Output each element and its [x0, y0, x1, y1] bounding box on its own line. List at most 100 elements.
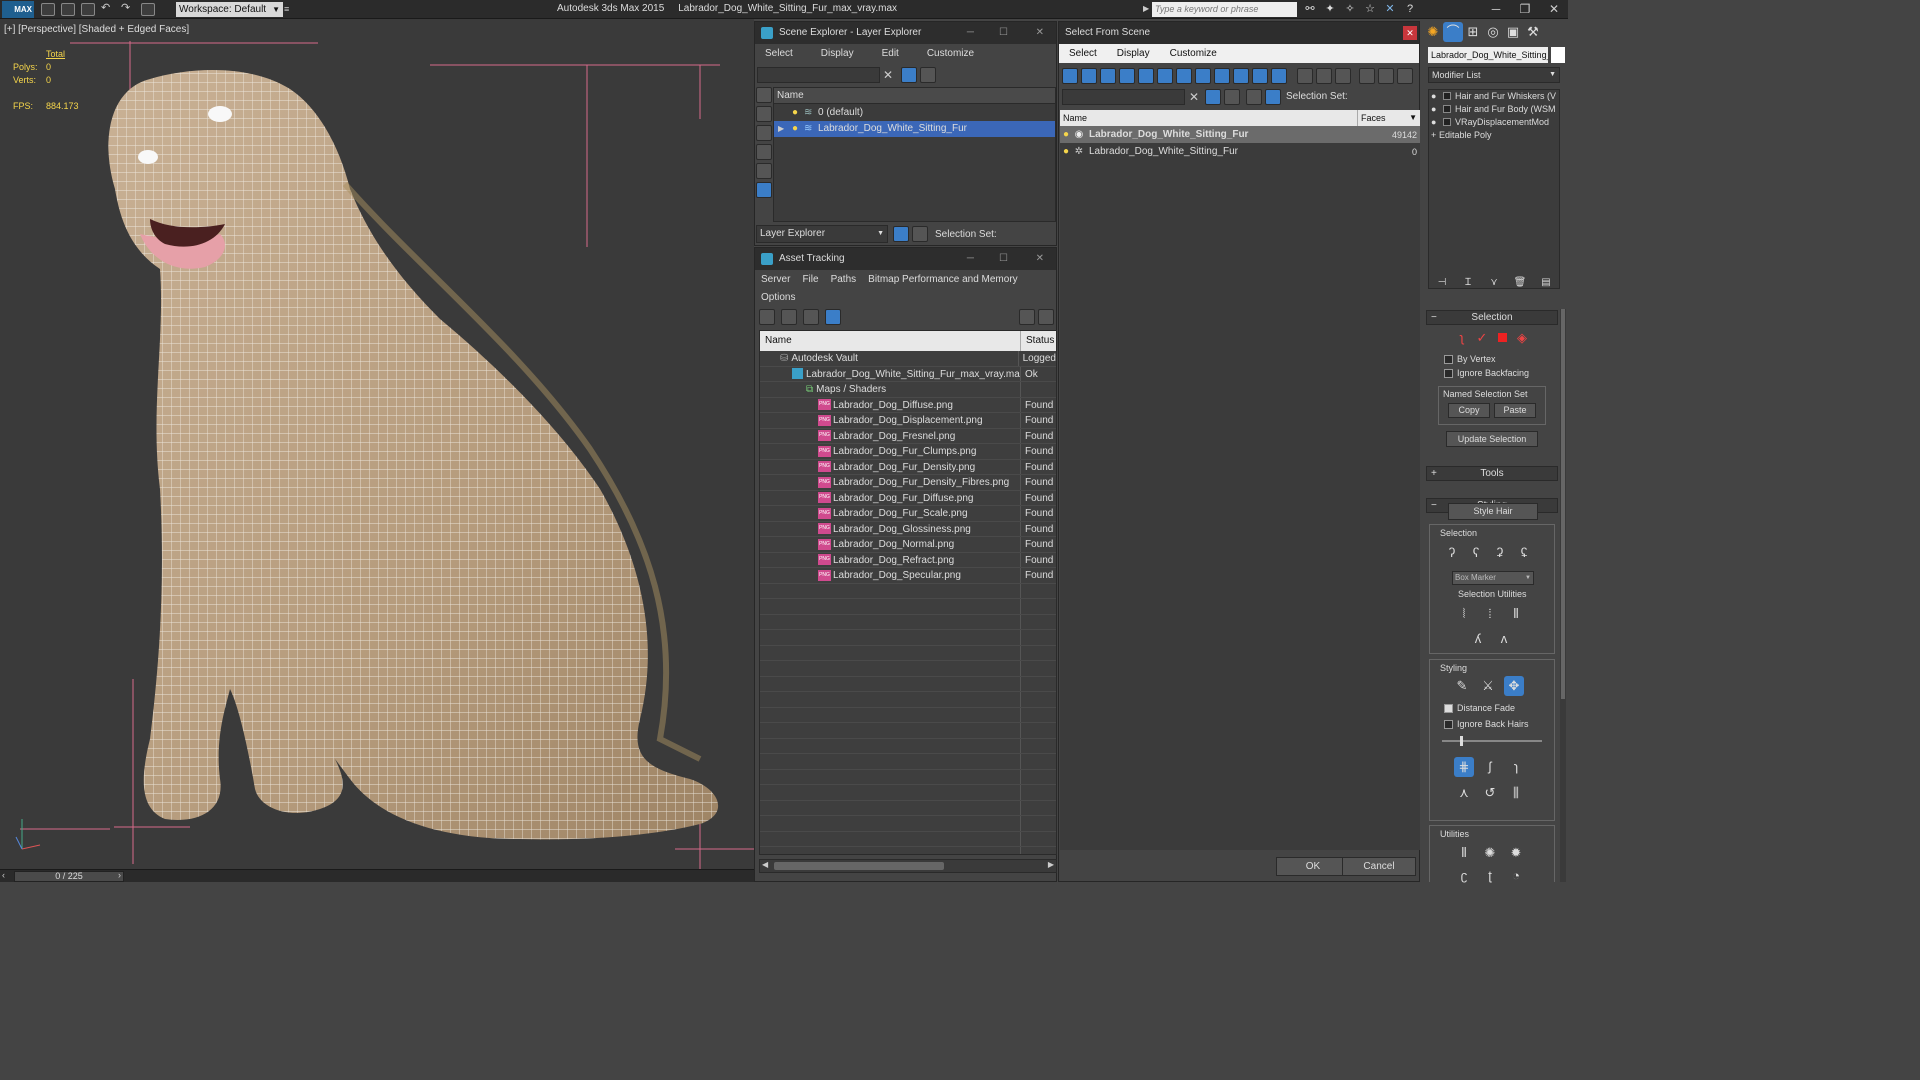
undo-icon[interactable]: ↶ — [101, 3, 115, 16]
lightbulb-icon[interactable]: ● — [1431, 116, 1436, 129]
close-icon[interactable]: ✕ — [1036, 248, 1044, 270]
column-name-header[interactable]: Name — [1060, 110, 1358, 126]
search-input[interactable]: Type a keyword or phrase — [1152, 2, 1297, 17]
create-tab-icon[interactable]: ✺ — [1423, 22, 1443, 42]
modifier-toggle-icon[interactable] — [1443, 105, 1451, 113]
workspace-dropdown[interactable]: Workspace: Default ▼ — [176, 2, 283, 17]
minimize-icon[interactable]: ─ — [967, 22, 974, 44]
search-arrow-icon[interactable]: ▶ — [1143, 4, 1149, 13]
project-folder-icon[interactable] — [141, 3, 155, 16]
scene-search-input[interactable] — [757, 67, 880, 83]
next-frame-icon[interactable]: › — [118, 870, 121, 880]
ignore-backfacing-checkbox[interactable]: Ignore Backfacing — [1444, 368, 1558, 379]
expand-arrow-icon[interactable]: ▶ — [778, 121, 784, 137]
select-hair-guide-icon[interactable]: ʅ — [1454, 330, 1470, 346]
menu-file[interactable]: File — [796, 274, 824, 285]
object-row-selected[interactable]: ● ◉ Labrador_Dog_White_Sitting_Fur 49142 — [1060, 126, 1420, 143]
explorer-mode-dropdown[interactable]: Layer Explorer ▼ — [756, 225, 888, 243]
pin-stack-icon[interactable]: ⊣ — [1429, 273, 1455, 293]
new-file-icon[interactable] — [41, 3, 55, 16]
binoculars-icon[interactable]: ⚯ — [1300, 2, 1320, 17]
expand-plus-icon[interactable]: + — [1431, 129, 1436, 142]
filter-shapes-icon[interactable] — [1081, 68, 1097, 84]
lightbulb-icon[interactable]: ● — [1431, 90, 1436, 103]
clump-icon[interactable]: ⋏ — [1454, 783, 1474, 803]
select-whole-guide-icon[interactable]: ʕ — [1466, 543, 1486, 563]
minimize-icon[interactable]: ─ — [967, 248, 974, 270]
filter-helpers-icon[interactable] — [1138, 68, 1154, 84]
asset-row-map[interactable]: PNG Labrador_Dog_Refract.png Found — [760, 552, 1056, 568]
object-color-swatch[interactable] — [1551, 47, 1565, 63]
asset-row-map[interactable]: PNG Labrador_Dog_Fur_Clumps.png Found — [760, 444, 1056, 460]
modifier-toggle-icon[interactable] — [1443, 92, 1451, 100]
lightbulb-icon[interactable]: ● — [1060, 146, 1072, 157]
show-hidden-icon[interactable]: ʌ — [1494, 629, 1514, 649]
make-unique-icon[interactable]: ⋎ — [1481, 273, 1507, 293]
filter-icon[interactable] — [1359, 68, 1375, 84]
asset-row-map[interactable]: PNG Labrador_Dog_Fresnel.png Found — [760, 428, 1056, 444]
menu-edit[interactable]: Edit — [864, 48, 909, 59]
modifier-stack-item[interactable]: ● VRayDisplacementMod — [1429, 116, 1559, 129]
ok-button[interactable]: OK — [1276, 857, 1350, 876]
hair-brush-icon[interactable]: ✎ — [1452, 676, 1472, 696]
select-element-icon[interactable]: ◈ — [1514, 330, 1530, 346]
select-none-icon[interactable] — [1316, 68, 1332, 84]
minimize-icon[interactable]: ─ — [1483, 1, 1509, 18]
list-view-icon[interactable] — [781, 309, 797, 325]
close-icon[interactable]: ✕ — [1403, 26, 1417, 40]
asset-row-map[interactable]: PNG Labrador_Dog_Fur_Scale.png Found — [760, 506, 1056, 522]
help-icon[interactable]: ? — [1400, 2, 1420, 17]
menu-select[interactable]: Select — [1059, 48, 1107, 59]
clear-search-icon[interactable]: ✕ — [1189, 90, 1199, 104]
find-case-icon[interactable] — [1224, 89, 1241, 105]
filter-frozen-icon[interactable] — [1252, 68, 1268, 84]
asset-tracking-titlebar[interactable]: Asset Tracking ─ ☐ ✕ — [755, 248, 1056, 270]
scrollbar-thumb[interactable] — [1561, 309, 1565, 699]
tools-rollout-header[interactable]: + Tools — [1426, 466, 1558, 481]
settings-icon[interactable] — [1038, 309, 1054, 325]
dog-model-wireframe[interactable] — [0, 19, 754, 869]
menu-bitmap-performance[interactable]: Bitmap Performance and Memory — [862, 274, 1024, 285]
select-guide-vertices-icon[interactable]: ʡ — [1490, 543, 1510, 563]
time-slider[interactable]: 0 / 225 — [14, 871, 124, 882]
hair-cut-icon[interactable]: ⚔ — [1478, 676, 1498, 696]
brush-size-slider[interactable] — [1442, 736, 1542, 746]
translate-icon[interactable]: ⋕ — [1454, 757, 1474, 777]
pop-zero-sized-icon[interactable]: ✹ — [1506, 843, 1526, 863]
asset-row-map[interactable]: PNG Labrador_Dog_Diffuse.png Found — [760, 397, 1056, 413]
filter-cameras-icon[interactable] — [1119, 68, 1135, 84]
asset-row-map[interactable]: PNG Labrador_Dog_Fur_Density.png Found — [760, 459, 1056, 475]
close-icon[interactable]: ✕ — [1036, 22, 1044, 44]
layer-explorer-icon[interactable] — [1246, 89, 1263, 105]
box-marker-dropdown[interactable]: Box Marker ▼ — [1452, 571, 1534, 585]
favorites-star-icon[interactable]: ☆ — [1360, 2, 1380, 17]
filter-geometry-icon[interactable] — [1062, 68, 1078, 84]
pop-selected-icon[interactable]: ✺ — [1480, 843, 1500, 863]
style-hair-button[interactable]: Style Hair — [1448, 503, 1538, 520]
distance-fade-checkbox[interactable]: Distance Fade — [1444, 703, 1515, 714]
menu-server[interactable]: Server — [755, 274, 796, 285]
modifier-stack-item[interactable]: ● Hair and Fur Body (WSM — [1429, 103, 1559, 116]
menu-customize[interactable]: Customize — [909, 48, 984, 59]
display-tab-icon[interactable]: ▣ — [1503, 22, 1523, 42]
help-icon[interactable] — [1019, 309, 1035, 325]
puff-roots-icon[interactable]: ɿ — [1506, 757, 1526, 777]
asset-row-map[interactable]: PNG Labrador_Dog_Specular.png Found — [760, 568, 1056, 584]
asset-row-map[interactable]: PNG Labrador_Dog_Normal.png Found — [760, 537, 1056, 553]
filter-containers-icon[interactable] — [1233, 68, 1249, 84]
display-cameras-icon[interactable] — [756, 144, 772, 160]
menu-customize[interactable]: Customize — [1160, 48, 1227, 59]
clear-search-icon[interactable]: ✕ — [883, 68, 893, 82]
modifier-stack-item[interactable]: ● Hair and Fur Whiskers (V — [1429, 90, 1559, 103]
invert-selection-icon[interactable]: ⦚ — [1454, 604, 1474, 624]
filter-groups-icon[interactable] — [1176, 68, 1192, 84]
asset-row-map[interactable]: PNG Labrador_Dog_Glossiness.png Found — [760, 521, 1056, 537]
select-hair-by-ends-icon[interactable]: ʔ — [1442, 543, 1462, 563]
prev-frame-icon[interactable]: ‹ — [2, 870, 5, 880]
asset-row-vault[interactable]: ⛁ Autodesk Vault Logged — [760, 351, 1056, 367]
select-tool-icon[interactable]: ✥ — [1504, 676, 1524, 696]
asset-row-max-file[interactable]: Labrador_Dog_White_Sitting_Fur_max_vray.… — [760, 366, 1056, 382]
select-from-scene-titlebar[interactable]: Select From Scene ✕ — [1059, 22, 1419, 44]
column-name-header[interactable]: Name — [774, 88, 1055, 104]
hierarchy-icon[interactable] — [1378, 68, 1394, 84]
